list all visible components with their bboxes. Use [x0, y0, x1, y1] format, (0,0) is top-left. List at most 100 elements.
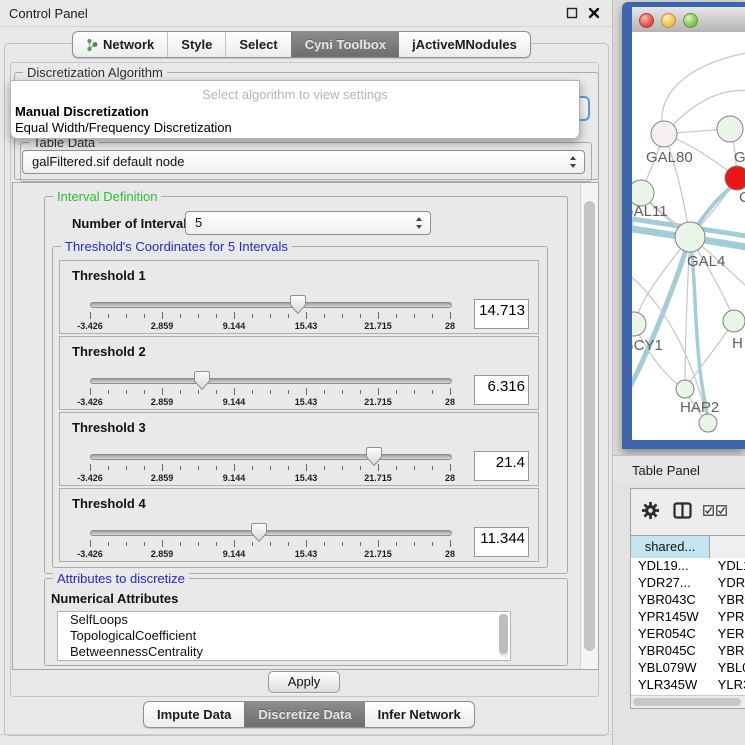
- slider-track[interactable]: [90, 454, 452, 460]
- slider-track[interactable]: [90, 378, 452, 384]
- tick-label: 15.43: [295, 473, 318, 483]
- threshold-label: Threshold 1: [72, 268, 146, 283]
- algorithm-dropdown-popup: Select algorithm to view settings Manual…: [10, 80, 580, 139]
- slider-track[interactable]: [90, 302, 452, 308]
- scrollbar-thumb[interactable]: [499, 614, 508, 654]
- cell-name: YBL0: [712, 660, 745, 677]
- threshold-slider[interactable]: -3.4262.8599.14415.4321.71528: [90, 302, 450, 332]
- network-node-h[interactable]: [723, 310, 745, 332]
- cell-shared-name: YBR043C: [631, 592, 712, 609]
- table-row[interactable]: YDR27...YDR2: [631, 575, 745, 592]
- attributes-group: Attributes to discretize Numerical Attri…: [44, 578, 568, 666]
- checkbox-deselect-icon[interactable]: [716, 505, 727, 516]
- dropdown-item-equal-width[interactable]: Equal Width/Frequency Discretization: [15, 120, 232, 135]
- table-data-value: galFiltered.sif default node: [32, 154, 184, 169]
- cell-name: YDL1: [712, 558, 745, 575]
- spinner-arrows-icon[interactable]: [415, 216, 423, 230]
- threshold-value-field[interactable]: 21.4: [474, 451, 529, 481]
- attribute-item-betweennesscentrality[interactable]: BetweennessCentrality: [58, 644, 510, 660]
- table-rows: YDL19...YDL1YDR27...YDR2YBR043CYBR0YPR14…: [631, 558, 745, 708]
- tab-discretize-data[interactable]: Discretize Data: [244, 702, 364, 727]
- tab-network[interactable]: Network: [73, 32, 167, 57]
- tick-label: 28: [445, 397, 455, 407]
- table-row[interactable]: YDL19...YDL1: [631, 558, 745, 575]
- control-panel: Control Panel NetworkStyleSelectCyni Too…: [0, 0, 613, 745]
- cell-name: YLR3: [712, 677, 745, 694]
- table-horizontal-scrollbar[interactable]: [631, 695, 745, 708]
- table-data-combo[interactable]: galFiltered.sif default node: [22, 150, 585, 174]
- table-row[interactable]: YBL079WYBL0: [631, 660, 745, 677]
- attribute-item-topologicalcoefficient[interactable]: TopologicalCoefficient: [58, 628, 510, 644]
- tick-label: 9.144: [223, 397, 246, 407]
- network-node-gcy1[interactable]: [632, 312, 646, 336]
- tab-impute-data[interactable]: Impute Data: [144, 702, 244, 727]
- attribute-item-selfloops[interactable]: SelfLoops: [58, 612, 510, 628]
- attributes-group-title: Attributes to discretize: [53, 571, 189, 586]
- tab-infer-network[interactable]: Infer Network: [365, 702, 474, 727]
- slider-track[interactable]: [90, 530, 452, 536]
- network-node-hap2[interactable]: [676, 380, 694, 398]
- scrollbar-thumb[interactable]: [633, 698, 741, 706]
- slider-tick-labels: -3.4262.8599.14415.4321.71528: [90, 473, 450, 485]
- table-row[interactable]: YER054CYER0: [631, 626, 745, 643]
- slider-thumb[interactable]: [250, 522, 268, 543]
- numerical-attributes-list[interactable]: SelfLoopsTopologicalCoefficientBetweenne…: [57, 611, 511, 661]
- slider-ticks: [90, 464, 450, 472]
- tab-style[interactable]: Style: [167, 32, 225, 57]
- table-row[interactable]: YLR345WYLR3: [631, 677, 745, 694]
- network-graph[interactable]: GAL80GCGAL11GAL4GCY1HHAP2: [632, 32, 745, 440]
- column-header-name[interactable]: na: [710, 536, 745, 559]
- threshold-slider[interactable]: -3.4262.8599.14415.4321.71528: [90, 530, 450, 560]
- settings-vertical-scrollbar[interactable]: [580, 183, 598, 669]
- slider-thumb[interactable]: [289, 294, 307, 315]
- float-window-icon[interactable]: [566, 7, 578, 19]
- scrollbar-thumb[interactable]: [584, 201, 595, 651]
- network-canvas[interactable]: GAL80GCGAL11GAL4GCY1HHAP2: [632, 32, 745, 440]
- network-node-gal80[interactable]: [651, 121, 677, 147]
- tick-label: -3.426: [77, 397, 103, 407]
- threshold-value-field[interactable]: 6.316: [474, 375, 529, 405]
- gear-icon[interactable]: [641, 501, 660, 520]
- minimize-traffic-light-icon[interactable]: [661, 13, 676, 28]
- interval-definition-title: Interval Definition: [53, 189, 161, 204]
- network-window-titlebar[interactable]: [632, 7, 745, 33]
- tab-cyni-toolbox[interactable]: Cyni Toolbox: [291, 32, 399, 57]
- close-icon[interactable]: [588, 7, 600, 19]
- network-node-c[interactable]: [725, 166, 745, 190]
- checkbox-select-all-icon[interactable]: [703, 505, 714, 516]
- threshold-value-field[interactable]: 14.713: [474, 299, 529, 329]
- network-view-window: GAL80GCGAL11GAL4GCY1HHAP2: [622, 2, 745, 449]
- tick-label: 2.859: [151, 473, 174, 483]
- attributes-scrollbar[interactable]: [499, 614, 508, 657]
- slider-tick-labels: -3.4262.8599.14415.4321.71528: [90, 549, 450, 561]
- close-traffic-light-icon[interactable]: [639, 13, 654, 28]
- cell-shared-name: YBL079W: [631, 660, 712, 677]
- network-node-gal4[interactable]: [675, 222, 705, 252]
- dropdown-item-manual-discretization[interactable]: Manual Discretization: [15, 104, 149, 119]
- tick-label: 9.144: [223, 321, 246, 331]
- num-intervals-value: 5: [195, 215, 202, 230]
- network-edge[interactable]: [685, 321, 734, 389]
- column-header-shared-name[interactable]: shared...: [631, 536, 710, 559]
- zoom-traffic-light-icon[interactable]: [683, 13, 698, 28]
- tab-jactivemnodules[interactable]: jActiveMNodules: [399, 32, 530, 57]
- num-intervals-spinner[interactable]: 5: [185, 211, 431, 235]
- algorithm-group-title: Discretization Algorithm: [23, 65, 167, 80]
- numerical-attributes-label: Numerical Attributes: [51, 591, 178, 606]
- apply-button[interactable]: Apply: [268, 671, 340, 693]
- table-row[interactable]: YBR045CYBR0: [631, 643, 745, 660]
- threshold-value-field[interactable]: 11.344: [474, 527, 529, 557]
- tick-label: 2.859: [151, 549, 174, 559]
- network-node-g[interactable]: [717, 116, 743, 142]
- table-row[interactable]: YBR043CYBR0: [631, 592, 745, 609]
- table-row[interactable]: YPR145WYPR1: [631, 609, 745, 626]
- algorithm-hint: Select algorithm to view settings: [11, 87, 579, 102]
- column-manager-icon[interactable]: [673, 502, 692, 519]
- threshold-slider[interactable]: -3.4262.8599.14415.4321.71528: [90, 454, 450, 484]
- slider-thumb[interactable]: [365, 446, 383, 467]
- network-node[interactable]: [699, 414, 717, 432]
- slider-thumb[interactable]: [193, 370, 211, 391]
- threshold-slider[interactable]: -3.4262.8599.14415.4321.71528: [90, 378, 450, 408]
- tab-select[interactable]: Select: [225, 32, 290, 57]
- cell-name: YBR0: [712, 592, 745, 609]
